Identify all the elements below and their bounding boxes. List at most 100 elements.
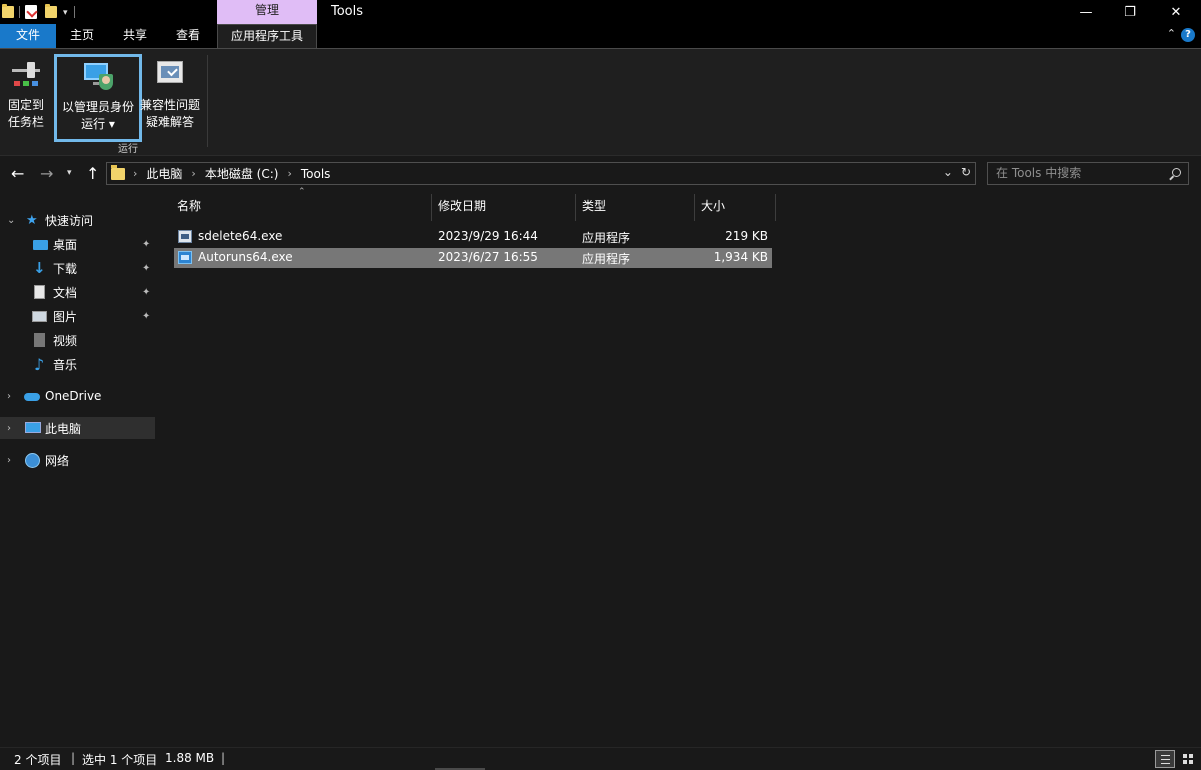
breadcrumb-this-pc[interactable]: 此电脑 bbox=[146, 165, 182, 182]
expand-icon[interactable]: › bbox=[7, 423, 11, 434]
breadcrumb-local-disk[interactable]: 本地磁盘 (C:) bbox=[205, 165, 279, 182]
tab-share[interactable]: 共享 bbox=[113, 24, 157, 48]
new-folder-icon[interactable] bbox=[45, 4, 57, 18]
crumb-separator[interactable]: › bbox=[191, 167, 195, 180]
search-input[interactable]: 在 Tools 中搜索 bbox=[987, 162, 1189, 185]
nav-label: 音乐 bbox=[53, 357, 78, 372]
folder-icon bbox=[111, 164, 125, 180]
pin-icon[interactable]: ✦ bbox=[142, 263, 150, 274]
ribbon-group-run-label: 运行 bbox=[118, 144, 138, 155]
crumb-separator[interactable]: › bbox=[287, 167, 291, 180]
status-separator: | bbox=[71, 751, 76, 765]
desktop-icon bbox=[33, 240, 48, 250]
pin-to-taskbar-button[interactable]: 固定到 任务栏 bbox=[2, 55, 50, 143]
ribbon-panel: 固定到 任务栏 以管理员身份 运行 ▾ 兼容性问题 疑难解答 运行 bbox=[0, 48, 1201, 156]
nav-item-videos[interactable]: 视频 bbox=[0, 329, 155, 351]
ribbon-tabs: 文件 主页 共享 查看 应用程序工具 ⌃ ? bbox=[0, 24, 1201, 49]
qat-separator-2 bbox=[73, 6, 75, 18]
tab-app-tools[interactable]: 应用程序工具 bbox=[217, 24, 317, 49]
nav-label: 下载 bbox=[53, 261, 78, 276]
file-list: ⌃ 名称 修改日期 类型 大小 sdelete64.exe 2023/9/29 … bbox=[160, 187, 1201, 747]
window-title: Tools bbox=[331, 4, 364, 19]
admin-label-line1: 以管理员身份 bbox=[61, 100, 134, 114]
file-size: 1,934 KB bbox=[713, 250, 768, 264]
table-row[interactable]: Autoruns64.exe 2023/6/27 16:55 应用程序 1,93… bbox=[174, 248, 772, 268]
music-icon: ♪ bbox=[34, 354, 45, 374]
minimize-button[interactable]: — bbox=[1063, 0, 1109, 24]
tab-home[interactable]: 主页 bbox=[60, 24, 104, 48]
nav-label: 视频 bbox=[53, 333, 78, 348]
nav-item-documents[interactable]: 文档 ✦ bbox=[0, 281, 155, 303]
back-button[interactable]: ← bbox=[11, 164, 24, 183]
nav-label: 此电脑 bbox=[45, 421, 82, 436]
run-as-admin-button[interactable]: 以管理员身份 运行 ▾ bbox=[54, 54, 142, 142]
compat-label-line2: 疑难解答 bbox=[145, 115, 194, 129]
nav-item-this-pc[interactable]: › 此电脑 bbox=[0, 417, 155, 439]
qat-dropdown-icon[interactable]: ▾ bbox=[63, 8, 68, 18]
nav-label: OneDrive bbox=[45, 389, 102, 403]
navigation-pane: ⌄ ★ 快速访问 桌面 ✦ ↓ 下载 ✦ 文档 ✦ 图片 ✦ 视频 ♪ 音乐 ›… bbox=[0, 191, 160, 747]
details-view-icon[interactable] bbox=[1155, 750, 1175, 768]
column-header-date[interactable]: 修改日期 bbox=[432, 194, 575, 221]
video-icon bbox=[34, 333, 45, 347]
pin-label-line1: 固定到 bbox=[7, 98, 44, 112]
maximize-button[interactable]: ❐ bbox=[1107, 0, 1153, 24]
status-bar: 2 个项目 | 选中 1 个项目 1.88 MB | bbox=[0, 747, 1201, 770]
properties-icon[interactable] bbox=[25, 5, 37, 19]
close-button[interactable]: ✕ bbox=[1153, 0, 1199, 24]
nav-item-desktop[interactable]: 桌面 ✦ bbox=[0, 233, 155, 255]
star-icon: ★ bbox=[26, 212, 38, 228]
address-dropdown-icon[interactable]: ⌄ bbox=[943, 165, 953, 179]
forward-button[interactable]: → bbox=[40, 164, 53, 183]
table-row[interactable]: sdelete64.exe 2023/9/29 16:44 应用程序 219 K… bbox=[174, 227, 772, 247]
refresh-icon[interactable]: ↻ bbox=[961, 165, 971, 179]
nav-item-pictures[interactable]: 图片 ✦ bbox=[0, 305, 155, 327]
nav-label: 文档 bbox=[53, 285, 78, 300]
nav-item-onedrive[interactable]: › OneDrive bbox=[0, 385, 155, 407]
ribbon-group-separator bbox=[207, 55, 208, 147]
expand-icon[interactable]: ⌄ bbox=[7, 215, 15, 226]
help-icon[interactable]: ? bbox=[1181, 28, 1195, 42]
crumb-separator[interactable]: › bbox=[133, 167, 137, 180]
admin-label-line2: 运行 ▾ bbox=[81, 117, 115, 131]
pin-icon[interactable]: ✦ bbox=[142, 311, 150, 322]
expand-icon[interactable]: › bbox=[7, 455, 11, 466]
status-selected-size: 1.88 MB bbox=[165, 751, 215, 765]
nav-item-quick-access[interactable]: ⌄ ★ 快速访问 bbox=[0, 209, 155, 231]
network-icon bbox=[25, 453, 40, 468]
nav-label: 桌面 bbox=[53, 237, 78, 252]
compat-label-line1: 兼容性问题 bbox=[140, 98, 201, 112]
exe-file-icon bbox=[178, 251, 192, 264]
compat-troubleshoot-icon bbox=[154, 59, 186, 91]
search-placeholder: 在 Tools 中搜索 bbox=[996, 166, 1082, 180]
column-header-size[interactable]: 大小 bbox=[695, 194, 775, 221]
expand-icon[interactable]: › bbox=[7, 391, 11, 402]
column-header-type[interactable]: 类型 bbox=[576, 194, 694, 221]
nav-item-downloads[interactable]: ↓ 下载 ✦ bbox=[0, 257, 155, 279]
status-selected-count: 选中 1 个项目 bbox=[82, 753, 158, 767]
nav-item-music[interactable]: ♪ 音乐 bbox=[0, 353, 155, 375]
nav-item-network[interactable]: › 网络 bbox=[0, 449, 155, 471]
large-icons-view-icon[interactable] bbox=[1177, 750, 1197, 768]
recent-locations-icon[interactable]: ▾ bbox=[67, 168, 72, 178]
tab-view[interactable]: 查看 bbox=[166, 24, 210, 48]
up-button[interactable]: ↑ bbox=[86, 164, 99, 183]
tab-file[interactable]: 文件 bbox=[0, 24, 56, 48]
search-icon bbox=[1172, 168, 1181, 177]
status-separator: | bbox=[221, 751, 226, 765]
document-icon bbox=[34, 285, 45, 299]
breadcrumb-tools[interactable]: Tools bbox=[301, 167, 331, 181]
ribbon-collapse-icon[interactable]: ⌃ bbox=[1167, 27, 1176, 40]
file-size: 219 KB bbox=[725, 229, 768, 243]
download-icon: ↓ bbox=[33, 258, 46, 277]
file-name: sdelete64.exe bbox=[198, 229, 283, 243]
run-as-admin-icon bbox=[82, 61, 114, 93]
column-header-name[interactable]: 名称 bbox=[171, 194, 431, 221]
qat-separator bbox=[19, 6, 20, 18]
pin-icon[interactable]: ✦ bbox=[142, 287, 150, 298]
file-type: 应用程序 bbox=[582, 231, 631, 245]
pin-icon[interactable]: ✦ bbox=[142, 239, 150, 250]
column-divider[interactable] bbox=[775, 194, 776, 221]
compat-troubleshoot-button[interactable]: 兼容性问题 疑难解答 bbox=[140, 55, 200, 143]
address-bar[interactable]: › 此电脑 › 本地磁盘 (C:) › Tools ⌄ ↻ bbox=[106, 162, 976, 185]
